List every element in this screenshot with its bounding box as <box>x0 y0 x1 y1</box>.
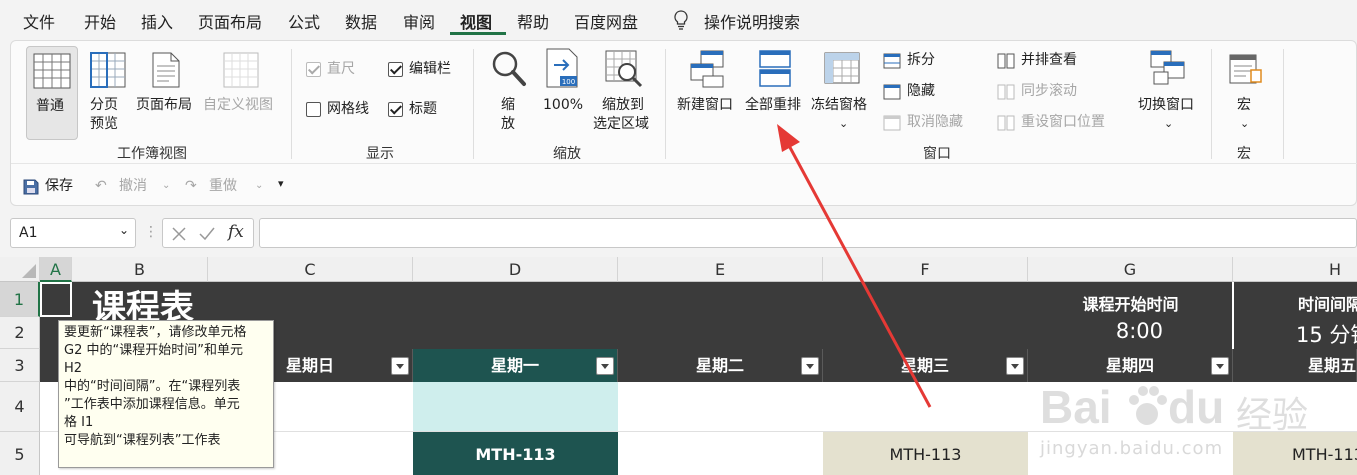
watermark-cn: 经验 <box>1236 395 1309 436</box>
paw-icon <box>1129 386 1167 425</box>
watermark-brand-tail: du <box>1168 381 1225 433</box>
watermark-brand: Bai <box>1040 381 1112 433</box>
baidu-watermark: Bai du 经验 jingyan.baidu.com <box>1040 380 1340 470</box>
watermark-url: jingyan.baidu.com <box>1040 438 1224 459</box>
